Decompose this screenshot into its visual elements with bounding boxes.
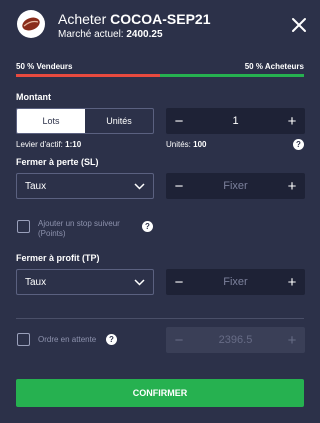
stop-loss-increment-button[interactable]: + bbox=[281, 173, 303, 199]
section-divider bbox=[16, 318, 304, 319]
sellers-percentage: 50 % Vendeurs bbox=[16, 62, 73, 71]
pending-order-help-icon[interactable]: ? bbox=[106, 334, 117, 345]
leverage-value: 1:10 bbox=[65, 140, 82, 149]
amount-unit-toggle: Lots Unités bbox=[16, 108, 154, 134]
market-price-value: 2400.25 bbox=[126, 29, 163, 40]
quantity-increment-button[interactable]: + bbox=[281, 108, 303, 134]
pending-order-decrement-button[interactable]: − bbox=[168, 327, 190, 353]
stop-loss-label: Fermer à perte (SL) bbox=[16, 157, 99, 167]
order-header: Acheter COCOA-SEP21 Marché actuel: 2400.… bbox=[0, 0, 320, 52]
stop-loss-stepper: − + bbox=[166, 173, 305, 199]
cocoa-bean-icon bbox=[17, 10, 45, 38]
stop-loss-decrement-button[interactable]: − bbox=[168, 173, 190, 199]
units-value: 100 bbox=[193, 140, 207, 149]
tab-units[interactable]: Unités bbox=[85, 109, 153, 133]
pending-order-stepper: − + bbox=[166, 327, 305, 353]
stop-loss-type-select[interactable]: Taux bbox=[16, 173, 154, 199]
take-profit-decrement-button[interactable]: − bbox=[168, 269, 190, 295]
trailing-stop-help-icon[interactable]: ? bbox=[142, 221, 153, 232]
sentiment-bar bbox=[16, 74, 304, 77]
units-label: Unités: bbox=[166, 140, 191, 149]
amount-label: Montant bbox=[16, 92, 51, 102]
tab-lots[interactable]: Lots bbox=[17, 109, 85, 133]
stop-loss-type-value: Taux bbox=[25, 181, 47, 192]
leverage-label: Levier d'actif: bbox=[16, 140, 63, 149]
chevron-down-icon bbox=[134, 183, 145, 190]
pending-order-increment-button[interactable]: + bbox=[281, 327, 303, 353]
units-info: Unités: 100 bbox=[166, 140, 207, 149]
order-action: Acheter bbox=[58, 11, 107, 27]
pending-order-price-input[interactable] bbox=[190, 327, 281, 353]
market-price-line: Marché actuel: 2400.25 bbox=[58, 29, 163, 40]
instrument-name: COCOA-SEP21 bbox=[110, 11, 211, 27]
leverage-info: Levier d'actif: 1:10 bbox=[16, 140, 81, 149]
order-title: Acheter COCOA-SEP21 bbox=[58, 11, 211, 27]
quantity-decrement-button[interactable]: − bbox=[168, 108, 190, 134]
pending-order-checkbox[interactable] bbox=[17, 333, 30, 346]
trailing-stop-label: Ajouter un stop suiveur (Points) bbox=[38, 219, 120, 239]
stop-loss-input[interactable] bbox=[190, 173, 281, 199]
take-profit-type-select[interactable]: Taux bbox=[16, 269, 154, 295]
take-profit-stepper: − + bbox=[166, 269, 305, 295]
pending-order-label: Ordre en attente bbox=[38, 335, 97, 344]
trailing-stop-label-line2: (Points) bbox=[38, 229, 66, 238]
buyers-bar bbox=[160, 74, 304, 77]
trailing-stop-checkbox[interactable] bbox=[17, 220, 30, 233]
sellers-bar bbox=[16, 74, 160, 77]
buyers-percentage: 50 % Acheteurs bbox=[244, 62, 304, 71]
take-profit-label: Fermer à profit (TP) bbox=[16, 253, 100, 263]
quantity-input[interactable] bbox=[190, 108, 281, 134]
chevron-down-icon bbox=[134, 279, 145, 286]
take-profit-input[interactable] bbox=[190, 269, 281, 295]
trailing-stop-label-line1: Ajouter un stop suiveur bbox=[38, 219, 120, 228]
close-icon[interactable] bbox=[288, 14, 310, 36]
confirm-button[interactable]: CONFIRMER bbox=[16, 379, 304, 407]
take-profit-type-value: Taux bbox=[25, 277, 47, 288]
units-help-icon[interactable]: ? bbox=[293, 139, 304, 150]
market-price-label: Marché actuel: bbox=[58, 29, 124, 40]
quantity-stepper: − + bbox=[166, 108, 305, 134]
take-profit-increment-button[interactable]: + bbox=[281, 269, 303, 295]
